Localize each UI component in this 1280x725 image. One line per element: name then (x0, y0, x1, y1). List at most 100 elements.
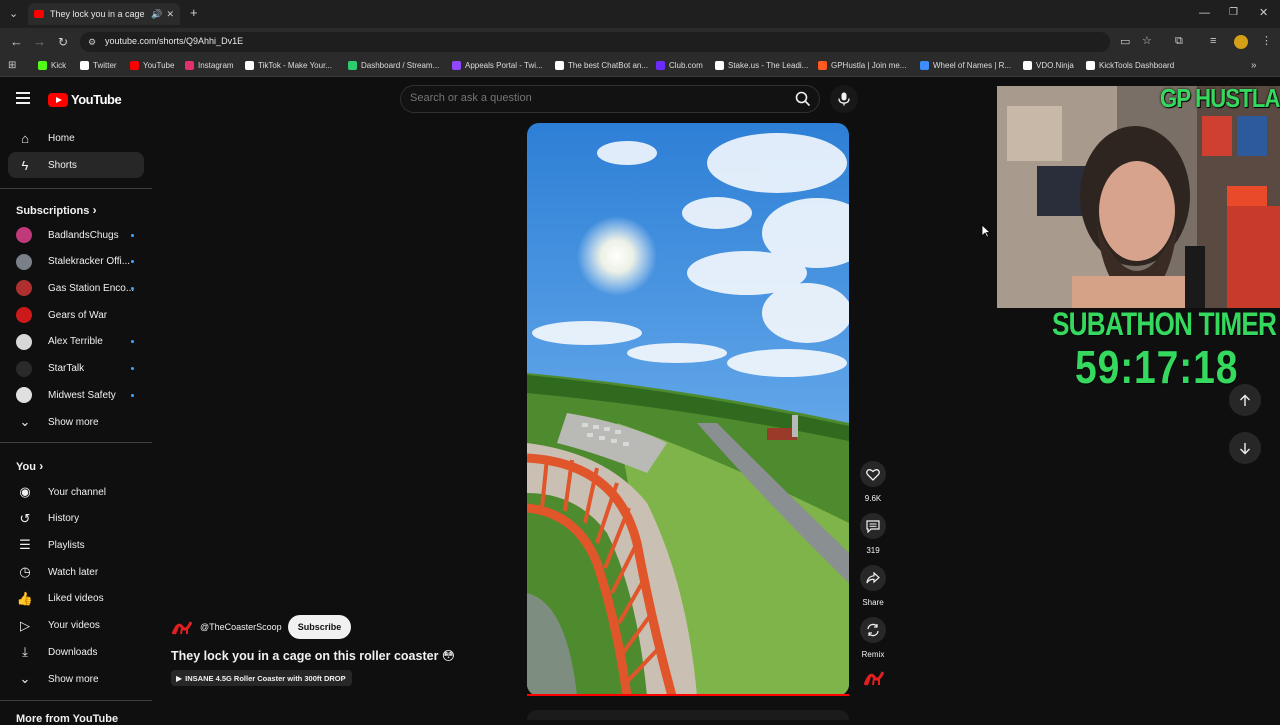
bookmark-label: The best ChatBot an... (568, 61, 649, 70)
bookmark-item[interactable]: GPHustla | Join me... (818, 61, 906, 70)
roller-coaster-video-frame (527, 123, 849, 696)
minimize-icon[interactable]: — (1199, 7, 1210, 19)
sidebar-item[interactable]: ◉ Your channel (8, 479, 144, 505)
apps-icon[interactable]: ⊞ (8, 60, 16, 72)
tab-list-icon[interactable]: ⌄ (9, 8, 18, 20)
subscription-item[interactable]: Midwest Safety (8, 382, 144, 408)
subscription-item[interactable]: Stalekracker Offi... (8, 249, 144, 275)
chrome-menu-icon[interactable]: ⋮ (1261, 35, 1272, 47)
back-icon[interactable]: ← (10, 35, 23, 48)
tab-close-icon[interactable]: ✕ (166, 9, 174, 20)
restore-icon[interactable]: ❐ (1229, 7, 1238, 19)
microphone-icon (838, 92, 850, 106)
bookmark-favicon-icon (348, 61, 357, 70)
channel-avatar[interactable] (171, 620, 193, 636)
hamburger-menu-icon[interactable] (16, 92, 30, 104)
remix-icon (867, 623, 879, 637)
audio-icon[interactable]: 🔊 (151, 9, 162, 20)
sidebar-item[interactable]: ϟ Shorts (8, 152, 144, 178)
show-more-subscriptions[interactable]: ⌄ Show more (8, 409, 144, 435)
forward-icon[interactable]: → (33, 35, 46, 48)
bookmark-item[interactable]: TikTok - Make Your... (245, 61, 332, 70)
cast-icon[interactable]: ▭ (1120, 36, 1130, 48)
comment-count: 319 (866, 546, 880, 555)
reading-list-icon[interactable]: ≡ (1210, 35, 1216, 47)
bookmarks-overflow-icon[interactable]: » (1251, 60, 1257, 72)
share-button[interactable] (860, 565, 886, 591)
video-progress-bar[interactable] (527, 694, 849, 696)
search-input[interactable] (410, 92, 750, 104)
next-short-preview[interactable] (527, 710, 849, 720)
sidebar-item[interactable]: ▷ Your videos (8, 613, 144, 639)
site-info-icon[interactable]: ⚙ (88, 36, 96, 48)
sidebar-item-label: Your videos (48, 620, 100, 631)
browser-tab[interactable]: They lock you in a cage on th 🔊 ✕ (28, 3, 180, 25)
new-content-dot (131, 286, 134, 290)
bookmark-star-icon[interactable]: ☆ (1142, 35, 1152, 47)
you-heading[interactable]: You › (16, 459, 43, 473)
like-button[interactable] (860, 461, 886, 487)
subscription-item[interactable]: Alex Terrible (8, 329, 144, 355)
arrow-down-icon (1240, 442, 1250, 454)
bookmark-item[interactable]: YouTube (130, 61, 174, 70)
streamer-webcam-image (997, 86, 1280, 308)
bookmark-item[interactable]: Club.com (656, 61, 703, 70)
heart-icon (866, 468, 880, 481)
sidebar-item[interactable]: ⤓ Downloads (8, 639, 144, 665)
subscription-label: Alex Terrible (48, 336, 103, 348)
bookmark-item[interactable]: Instagram (185, 61, 234, 70)
channel-avatar (16, 227, 32, 243)
related-video-chip[interactable]: ▶ INSANE 4.5G Roller Coaster with 300ft … (171, 670, 352, 686)
channel-icon: ◉ (19, 484, 31, 499)
comment-icon (866, 519, 880, 533)
sidebar-item[interactable]: 👍 Liked videos (8, 586, 144, 612)
sidebar-item[interactable]: ↺ History (8, 506, 144, 532)
short-video-player[interactable] (527, 123, 849, 696)
bookmark-item[interactable]: VDO.Ninja (1023, 61, 1074, 70)
subscriptions-heading[interactable]: Subscriptions › (16, 203, 97, 217)
subscribe-button[interactable]: Subscribe (288, 615, 351, 639)
subscription-item[interactable]: StarTalk (8, 356, 144, 382)
sidebar-item-label: History (48, 513, 80, 525)
bookmark-favicon-icon (920, 61, 929, 70)
subscription-item[interactable]: Gears of War (8, 302, 144, 328)
more-from-youtube-heading[interactable]: More from YouTube (16, 713, 118, 725)
bookmark-item[interactable]: Kick (38, 61, 66, 70)
bookmark-label: Twitter (93, 61, 117, 70)
remix-button[interactable] (860, 617, 886, 643)
voice-search-button[interactable] (830, 85, 858, 113)
new-content-dot (131, 340, 134, 344)
next-short-button[interactable] (1229, 432, 1261, 464)
bookmark-item[interactable]: Stake.us - The Leadi... (715, 61, 808, 70)
subscription-item[interactable]: BadlandsChugs (8, 222, 144, 248)
reload-icon[interactable]: ↻ (58, 36, 68, 48)
sidebar-divider (0, 188, 152, 189)
channel-name[interactable]: @TheCoasterScoop (200, 622, 282, 632)
youtube-logo[interactable]: YouTube (48, 92, 122, 107)
comments-button[interactable] (860, 513, 886, 539)
show-more-you[interactable]: ⌄ Show more (8, 666, 144, 692)
new-tab-icon[interactable]: + (190, 6, 198, 19)
sidebar-item[interactable]: ☰ Playlists (8, 532, 144, 558)
sidebar-item-label: Playlists (48, 539, 85, 551)
window-close-icon[interactable]: ✕ (1259, 7, 1268, 19)
bookmark-item[interactable]: Dashboard / Stream... (348, 61, 439, 70)
sidebar-item[interactable]: ◷ Watch later (8, 559, 144, 585)
bookmark-item[interactable]: Twitter (80, 61, 117, 70)
bookmark-item[interactable]: Appeals Portal - Twi... (452, 61, 543, 70)
subscription-label: StarTalk (48, 363, 85, 374)
sidebar-item-label: Downloads (48, 646, 98, 658)
profile-avatar[interactable] (1234, 35, 1248, 49)
sidebar-item[interactable]: ⌂ Home (8, 125, 144, 151)
subscription-item[interactable]: Gas Station Enco... (8, 275, 144, 301)
search-button[interactable] (788, 85, 818, 113)
sound-thumbnail[interactable] (863, 669, 885, 687)
new-content-dot (131, 233, 134, 237)
bookmark-item[interactable]: KickTools Dashboard (1086, 61, 1174, 70)
extensions-icon[interactable]: ⧉ (1175, 35, 1183, 47)
bookmark-favicon-icon (555, 61, 564, 70)
bookmark-item[interactable]: Wheel of Names | R... (920, 61, 1011, 70)
url-text[interactable]: youtube.com/shorts/Q9Ahhi_Dv1E (105, 36, 243, 46)
bookmark-item[interactable]: The best ChatBot an... (555, 61, 648, 70)
chevron-down-icon: ⌄ (19, 414, 31, 429)
